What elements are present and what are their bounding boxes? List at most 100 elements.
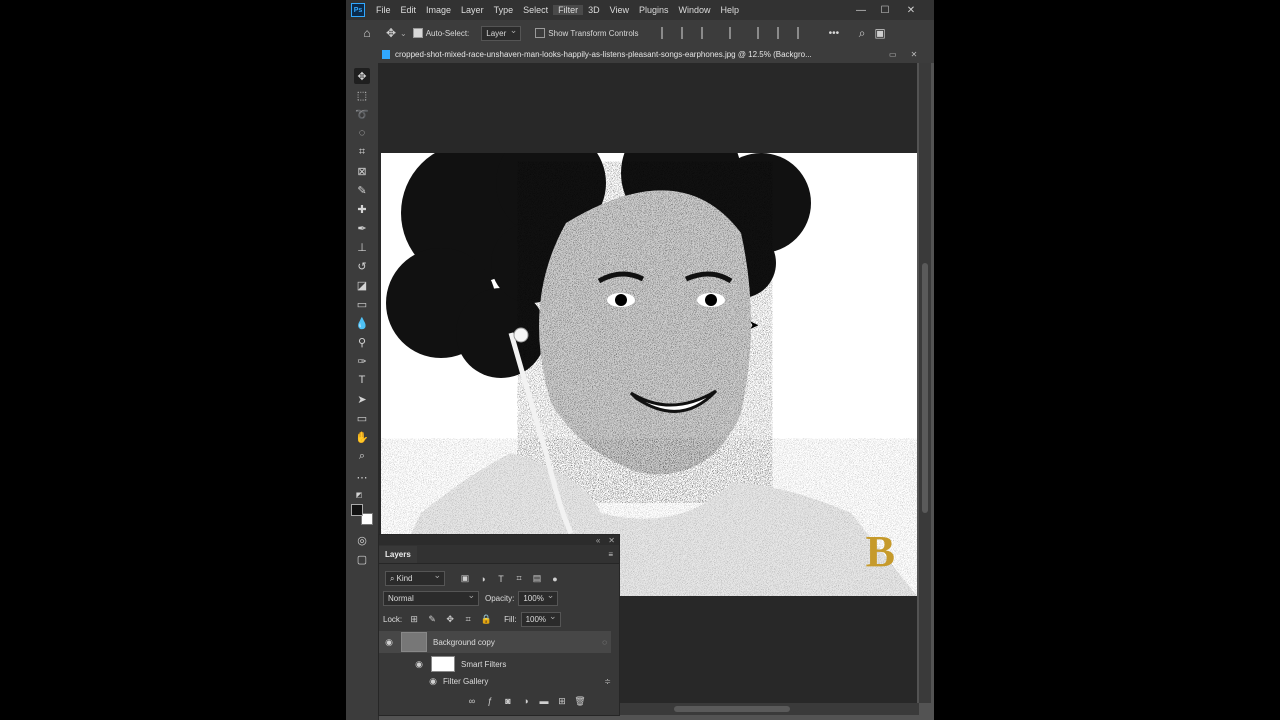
gradient-icon[interactable]: ▭	[354, 296, 370, 312]
menu-edit[interactable]: Edit	[396, 5, 422, 15]
collapse-icon[interactable]: «	[596, 536, 600, 545]
auto-select-target-dropdown[interactable]: Layer	[481, 25, 522, 41]
menu-plugins[interactable]: Plugins	[634, 5, 674, 15]
lock-all-icon[interactable]: 🔒	[480, 614, 492, 626]
filter-toggle-icon[interactable]: ●	[549, 573, 561, 585]
vertical-scrollbar[interactable]	[919, 63, 931, 703]
visibility-eye-icon[interactable]: ◉	[413, 659, 425, 670]
menu-image[interactable]: Image	[421, 5, 456, 15]
panel-menu-icon[interactable]: ≡	[608, 550, 613, 559]
quick-mask-icon[interactable]: ◎	[354, 532, 370, 548]
menu-3d[interactable]: 3D	[583, 5, 605, 15]
move-icon[interactable]: ✥	[354, 68, 370, 84]
filter-adjustment-icon[interactable]: ◑	[477, 573, 489, 585]
move-tool-icon[interactable]: ✥	[382, 24, 400, 42]
filter-smart-object-icon[interactable]: ▤	[531, 573, 543, 585]
more-options-icon[interactable]: •••	[829, 28, 840, 39]
group-folder-icon[interactable]: ▬	[538, 695, 550, 707]
home-icon[interactable]: ⌂	[358, 24, 376, 42]
document-tab[interactable]: cropped-shot-mixed-race-unshaven-man-loo…	[378, 46, 934, 63]
panel-close-icon[interactable]: ✕	[608, 536, 615, 545]
hand-icon[interactable]: ✋	[354, 429, 370, 445]
fx-icon[interactable]: ƒ	[484, 695, 496, 707]
menu-window[interactable]: Window	[674, 5, 716, 15]
chevron-down-icon[interactable]: ⌄	[400, 29, 407, 38]
type-icon[interactable]: T	[354, 372, 370, 388]
maximize-button[interactable]: ☐	[874, 0, 896, 20]
blend-mode-dropdown[interactable]: Normal	[383, 590, 479, 606]
search-icon[interactable]: ⌕	[853, 24, 871, 42]
photo-artwork	[381, 153, 917, 596]
menu-layer[interactable]: Layer	[456, 5, 489, 15]
screen-mode-icon[interactable]: ▢	[354, 551, 370, 567]
menu-filter[interactable]: Filter	[553, 5, 584, 15]
kind-filter-dropdown[interactable]: ⌕ Kind	[385, 570, 445, 586]
pen-icon[interactable]: ✑	[354, 353, 370, 369]
frame-icon[interactable]: ⊠	[354, 163, 370, 179]
menu-type[interactable]: Type	[489, 5, 519, 15]
visibility-eye-icon[interactable]: ◉	[383, 637, 395, 648]
distribute-v-icon[interactable]	[776, 27, 793, 39]
visibility-eye-icon[interactable]: ◉	[427, 676, 439, 687]
lock-transparent-icon[interactable]: ⊞	[408, 614, 420, 626]
stamp-icon[interactable]: ⊥	[354, 239, 370, 255]
search-icon: ⌕	[390, 573, 395, 583]
lock-image-icon[interactable]: ✎	[426, 614, 438, 626]
trash-icon[interactable]: 🗑	[574, 695, 586, 707]
lock-position-icon[interactable]: ✥	[444, 614, 456, 626]
eraser-icon[interactable]: ◪	[354, 277, 370, 293]
doc-close-icon[interactable]: ✕	[911, 50, 918, 59]
menu-help[interactable]: Help	[716, 5, 745, 15]
doc-restore-icon[interactable]: ▭	[889, 50, 897, 59]
horizontal-scroll-thumb[interactable]	[674, 706, 790, 712]
adjustment-icon[interactable]: ◑	[520, 695, 532, 707]
close-button[interactable]: ✕	[900, 0, 922, 20]
filter-type-icon[interactable]: T	[495, 573, 507, 585]
lock-artboard-icon[interactable]: ⌗	[462, 614, 474, 626]
align-left-icon[interactable]	[660, 27, 677, 39]
link-icon[interactable]: ∞	[466, 695, 478, 707]
fill-field[interactable]: 100%	[520, 611, 561, 627]
filter-options-icon[interactable]: ≑	[604, 677, 611, 686]
filter-pixel-icon[interactable]: ▣	[459, 573, 471, 585]
distribute-h-icon[interactable]	[796, 27, 813, 39]
eyedropper-icon[interactable]: ✎	[354, 182, 370, 198]
mask-icon[interactable]: ◙	[502, 695, 514, 707]
crop-icon[interactable]: ⌗	[354, 144, 370, 160]
foreground-color-swatch[interactable]	[351, 504, 363, 516]
healing-icon[interactable]: ✚	[354, 201, 370, 217]
dodge-icon[interactable]: ⚲	[354, 334, 370, 350]
quick-select-icon[interactable]: ◌	[354, 125, 370, 141]
default-colors-icon[interactable]: ◩	[354, 491, 364, 499]
layer-row[interactable]: ◉ Filter Gallery ≑	[379, 673, 611, 689]
show-transform-checkbox[interactable]: Show Transform Controls	[535, 28, 639, 38]
watermark-logo: B	[865, 527, 895, 576]
vertical-scroll-thumb[interactable]	[922, 263, 928, 513]
minimize-button[interactable]: —	[850, 0, 872, 20]
filter-shape-icon[interactable]: ⌗	[513, 573, 525, 585]
more-tools-icon[interactable]: ⋯	[354, 469, 370, 485]
zoom-icon[interactable]: ⌕	[354, 448, 370, 464]
auto-select-checkbox[interactable]: Auto-Select:	[412, 28, 469, 38]
menu-file[interactable]: File	[371, 5, 396, 15]
path-select-icon[interactable]: ➤	[354, 391, 370, 407]
opacity-field[interactable]: 100%	[518, 590, 559, 606]
workspace-icon[interactable]: ▣	[871, 24, 889, 42]
new-layer-icon[interactable]: ⊞	[556, 695, 568, 707]
align-right-icon[interactable]	[700, 27, 717, 39]
align-top-icon[interactable]	[728, 27, 745, 39]
menu-view[interactable]: View	[605, 5, 634, 15]
brush-icon[interactable]: ✒	[354, 220, 370, 236]
history-brush-icon[interactable]: ↺	[354, 258, 370, 274]
blur-icon[interactable]: 💧	[354, 315, 370, 331]
lasso-icon[interactable]: ➰	[354, 106, 370, 122]
checkbox-unchecked-icon	[535, 28, 546, 38]
layer-row[interactable]: ◉ Background copy ◌	[379, 631, 611, 653]
distribute-icon[interactable]	[756, 27, 773, 39]
rectangle-icon[interactable]: ▭	[354, 410, 370, 426]
align-center-icon[interactable]	[680, 27, 697, 39]
marquee-icon[interactable]: ⬚	[354, 87, 370, 103]
layer-row[interactable]: ◉ Smart Filters	[379, 654, 611, 674]
tab-layers[interactable]: Layers	[379, 545, 417, 563]
menu-select[interactable]: Select	[518, 5, 553, 15]
